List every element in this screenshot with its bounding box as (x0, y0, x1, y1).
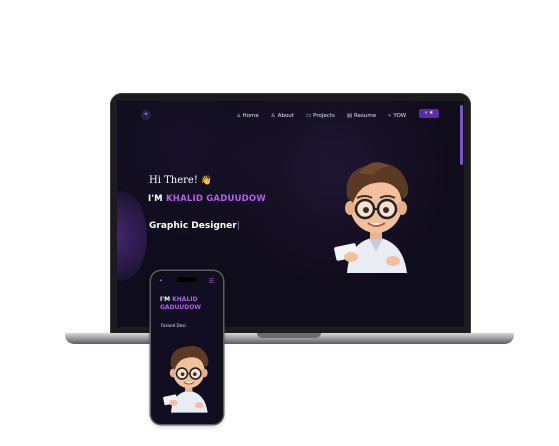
wave-icon: 👋 (200, 176, 213, 186)
nav-item-label: Projects (313, 113, 335, 119)
role-text: Graphic Designer (149, 221, 237, 231)
hero-name: I'M KHALID GADUUDOW (148, 194, 266, 204)
nav-bar: ⌂ Home ♙ About ▭ Projects ▤ Resume ⑂ YOW (237, 111, 406, 121)
phone-dynamic-island (177, 277, 197, 282)
name-prefix: I'M (148, 194, 166, 204)
logo-icon[interactable]: ✦ (141, 110, 151, 120)
projects-icon: ▭ (305, 113, 312, 119)
nav-item-resume[interactable]: ▤ Resume (347, 113, 376, 119)
nav-item-about[interactable]: ♙ About (271, 113, 294, 119)
home-icon: ⌂ (237, 113, 241, 119)
nav-item-label: YOW (393, 113, 407, 119)
user-icon: ♙ (270, 113, 276, 119)
greeting-text: Hi There! (149, 175, 198, 186)
decorative-blob (117, 191, 147, 281)
document-icon: ▤ (346, 113, 353, 119)
scrollbar[interactable] (460, 105, 463, 165)
nav-item-yow[interactable]: ⑂ YOW (388, 113, 406, 119)
nav-item-label: Resume (354, 113, 377, 119)
hero-name: I'M KHALID GADUUDOW (160, 296, 218, 312)
typing-caret: | (236, 221, 240, 231)
avatar-illustration (334, 162, 409, 273)
avatar-illustration (163, 345, 209, 413)
nav-item-home[interactable]: ⌂ Home (237, 113, 259, 119)
greeting: Hi There! 👋 (149, 175, 212, 186)
hero-role: Graphic Designer| (149, 221, 240, 231)
logo-icon[interactable]: ✦ (159, 279, 163, 284)
nav-item-projects[interactable]: ▭ Projects (306, 113, 335, 119)
name-text: KHALID GADUUDOW (165, 194, 266, 204)
nav-item-label: About (277, 113, 294, 119)
phone-frame: ✦ ☰ I'M KHALID GADUUDOW Farand Desi (151, 271, 223, 424)
name-prefix: I'M (160, 296, 173, 303)
menu-icon[interactable]: ☰ (209, 278, 214, 285)
phone-screen: ✦ ☰ I'M KHALID GADUUDOW Farand Desi (154, 274, 220, 421)
hero-role: Farand Desi (161, 323, 186, 328)
nav-item-label: Home (242, 113, 259, 119)
laptop-notch (257, 333, 321, 338)
fork-icon: ⑂ (388, 113, 392, 119)
github-star-button[interactable]: ⑂ ★ (419, 109, 439, 118)
